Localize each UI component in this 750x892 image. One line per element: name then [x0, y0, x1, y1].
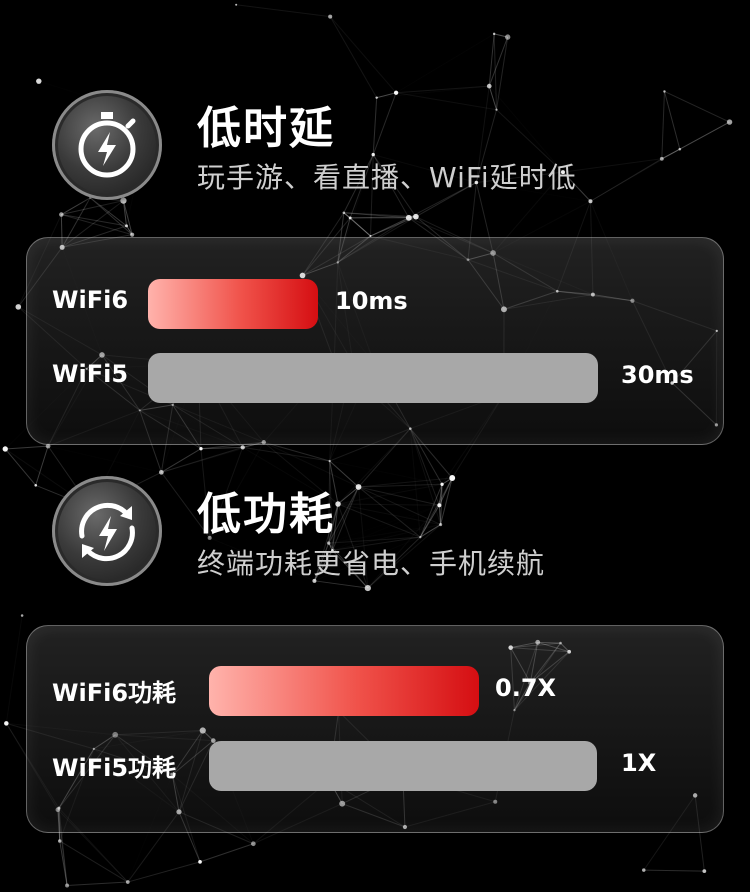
network-line: [396, 34, 494, 93]
power-wifi6-bar: [209, 666, 479, 716]
latency-wifi5-bar: [148, 353, 598, 403]
network-node: [199, 447, 203, 451]
network-node: [342, 211, 346, 215]
power-row-wifi6: WiFi6功耗 0.7X: [27, 666, 723, 716]
power-wifi6-label: WiFi6功耗: [52, 679, 177, 707]
network-line: [329, 16, 397, 94]
network-node: [413, 213, 419, 220]
network-node: [125, 880, 130, 884]
network-node: [65, 883, 70, 888]
network-node: [250, 841, 256, 847]
power-wifi6-value: 0.7X: [495, 674, 557, 702]
latency-row-wifi6: WiFi6 10ms: [27, 279, 723, 329]
network-node: [328, 459, 331, 463]
network-node: [20, 614, 24, 617]
power-comparison-panel: WiFi6功耗 0.7X WiFi5功耗 1X: [26, 625, 724, 833]
latency-wifi5-label: WiFi5: [52, 360, 129, 388]
network-node: [235, 3, 238, 6]
network-node: [240, 445, 245, 450]
network-node: [348, 216, 352, 220]
latency-wifi5-value: 30ms: [621, 361, 694, 389]
network-node: [505, 34, 511, 40]
network-node: [2, 446, 8, 452]
network-line: [329, 16, 378, 98]
latency-wifi6-label: WiFi6: [52, 286, 129, 314]
network-line: [127, 861, 201, 883]
latency-comparison-panel: WiFi6 10ms WiFi5 30ms: [26, 237, 724, 445]
power-wifi5-bar: [209, 741, 597, 791]
network-node: [198, 860, 202, 864]
network-line: [199, 843, 254, 863]
power-wifi5-label: WiFi5功耗: [52, 754, 177, 782]
network-line: [161, 448, 202, 473]
network-line: [67, 881, 128, 886]
latency-subtitle: 玩手游、看直播、WiFi延时低: [197, 161, 577, 194]
network-node: [328, 14, 333, 19]
network-line: [242, 446, 330, 462]
latency-wifi6-value: 10ms: [335, 287, 408, 315]
power-subtitle: 终端功耗更省电、手机续航: [197, 547, 546, 580]
latency-title: 低时延: [197, 103, 335, 154]
network-line: [6, 615, 22, 723]
power-title: 低功耗: [197, 489, 335, 540]
network-node: [405, 214, 412, 221]
latency-row-wifi5: WiFi5 30ms: [27, 353, 723, 403]
network-node: [57, 839, 62, 843]
network-line: [35, 445, 49, 486]
network-node: [702, 869, 707, 874]
power-row-wifi5: WiFi5功耗 1X: [27, 741, 723, 791]
recycle-lightning-icon: [52, 476, 162, 586]
network-node: [492, 32, 496, 36]
network-node: [34, 483, 38, 487]
network-line: [349, 217, 371, 237]
network-line: [48, 446, 161, 472]
latency-wifi6-bar: [148, 279, 318, 329]
network-node: [59, 212, 64, 217]
network-line: [236, 4, 331, 18]
network-node: [486, 83, 492, 89]
network-node: [15, 304, 22, 310]
network-node: [642, 868, 646, 872]
stopwatch-lightning-icon: [52, 90, 162, 200]
network-line: [5, 445, 49, 450]
latency-header: 低时延 玩手游、看直播、WiFi延时低: [52, 90, 732, 210]
power-header: 低功耗 终端功耗更省电、手机续航: [52, 476, 732, 596]
network-line: [643, 869, 705, 872]
network-node: [159, 470, 164, 475]
network-node: [124, 224, 129, 228]
network-node: [4, 721, 9, 726]
power-wifi5-value: 1X: [621, 749, 657, 777]
network-node: [36, 78, 42, 84]
